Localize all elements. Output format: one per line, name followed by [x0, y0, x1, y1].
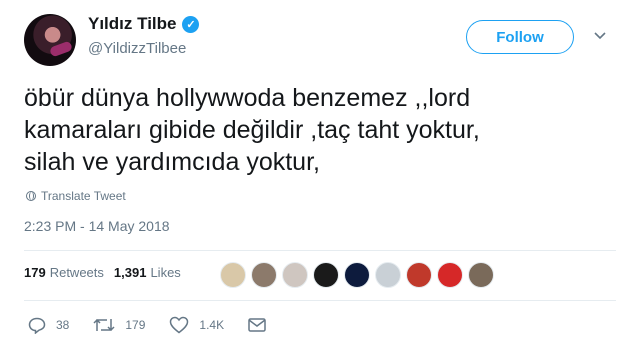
- liker-avatars: [220, 262, 494, 288]
- display-name[interactable]: Yıldız Tilbe: [88, 14, 176, 34]
- likes-stat[interactable]: 1,391 Likes: [114, 265, 181, 280]
- verified-badge-icon: ✓: [182, 15, 200, 33]
- heart-icon: [170, 316, 189, 334]
- liker-avatar[interactable]: [344, 262, 370, 288]
- retweet-icon: [93, 318, 115, 332]
- tweet-text-line: öbür dünya hollywwoda benzemez ,,lord: [24, 84, 471, 112]
- author-name-row: Yıldız Tilbe ✓: [88, 14, 200, 34]
- retweets-count: 179: [24, 265, 46, 280]
- liker-avatar[interactable]: [251, 262, 277, 288]
- reply-count: 38: [56, 318, 70, 332]
- globe-icon: [26, 191, 36, 201]
- tweet-text: öbür dünya hollywwoda benzemez ,,lord ka…: [24, 82, 624, 178]
- liker-avatar[interactable]: [282, 262, 308, 288]
- divider: [24, 300, 616, 301]
- profile-avatar[interactable]: [24, 14, 76, 66]
- divider: [24, 250, 616, 251]
- retweets-stat[interactable]: 179 Retweets: [24, 265, 104, 280]
- tweet-actions: 38 179 1.4K: [28, 316, 290, 334]
- likes-label: Likes: [150, 265, 181, 280]
- envelope-icon: [248, 318, 266, 332]
- follow-button[interactable]: Follow: [466, 20, 574, 54]
- like-button[interactable]: 1.4K: [169, 316, 224, 334]
- tweet-stats: 179 Retweets 1,391 Likes: [24, 265, 191, 280]
- reply-icon: [28, 317, 46, 334]
- retweet-button[interactable]: 179: [93, 317, 145, 333]
- retweets-label: Retweets: [49, 265, 104, 280]
- liker-avatar[interactable]: [468, 262, 494, 288]
- tweet-text-line: kamaraları gibide değildir ,taç taht yok…: [24, 116, 480, 144]
- tweet-text-line: silah ve yardımcıda yoktur,: [24, 148, 320, 176]
- direct-message-button[interactable]: [248, 318, 266, 332]
- tweet-timestamp[interactable]: 2:23 PM - 14 May 2018: [24, 218, 170, 234]
- retweet-count: 179: [125, 318, 146, 332]
- reply-button[interactable]: 38: [28, 317, 69, 334]
- like-count: 1.4K: [199, 318, 225, 332]
- translate-tweet-link[interactable]: Translate Tweet: [26, 189, 126, 203]
- liker-avatar[interactable]: [406, 262, 432, 288]
- translate-label: Translate Tweet: [41, 189, 126, 203]
- user-handle[interactable]: @YildizzTilbee: [88, 40, 186, 57]
- likes-count: 1,391: [113, 265, 147, 280]
- liker-avatar[interactable]: [220, 262, 246, 288]
- chevron-down-icon[interactable]: [594, 27, 606, 43]
- liker-avatar[interactable]: [313, 262, 339, 288]
- liker-avatar[interactable]: [437, 262, 463, 288]
- liker-avatar[interactable]: [375, 262, 401, 288]
